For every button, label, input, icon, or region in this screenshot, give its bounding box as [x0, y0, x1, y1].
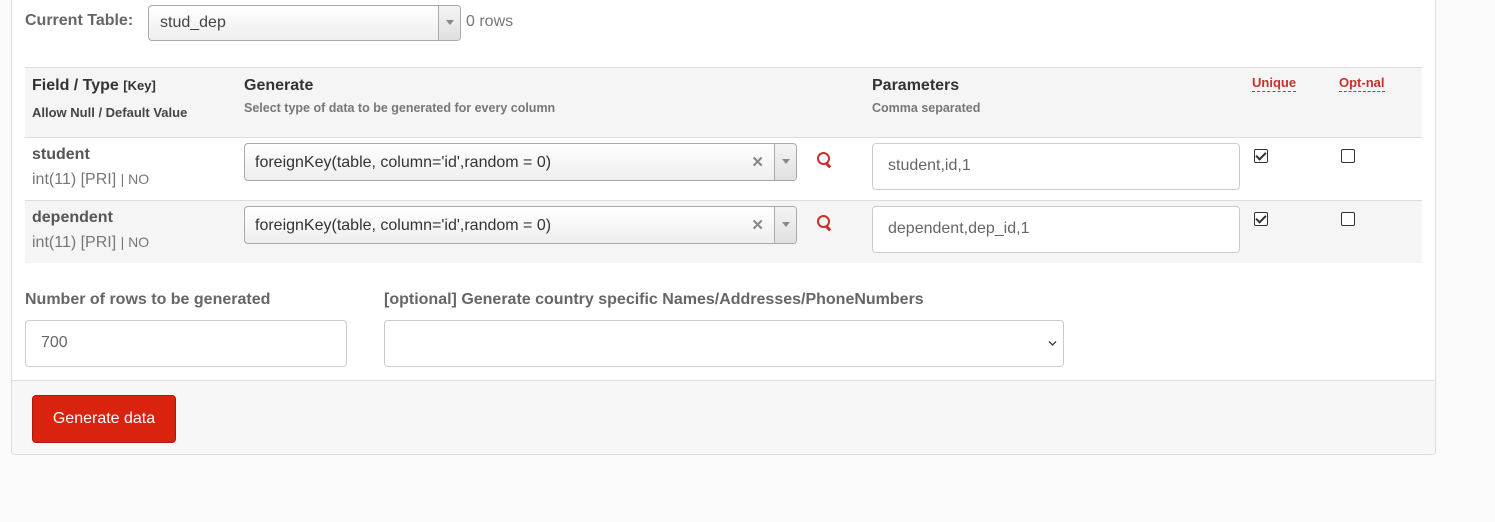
current-table-value: stud_dep — [160, 14, 226, 31]
table-row: student int(11) [PRI] | NO foreignKey(ta… — [25, 138, 1422, 201]
form-footer: Generate data — [12, 380, 1435, 454]
current-table-select[interactable]: stud_dep — [148, 5, 461, 41]
country-select[interactable] — [384, 320, 1064, 367]
optional-checkbox[interactable] — [1341, 149, 1355, 163]
country-label: [optional] Generate country specific Nam… — [384, 291, 924, 308]
null-flag: | NO — [120, 234, 150, 250]
dropdown-arrow-icon[interactable] — [438, 6, 460, 40]
chevron-down-icon[interactable] — [774, 144, 796, 180]
unique-checkbox[interactable] — [1254, 149, 1268, 163]
times-icon[interactable]: ✕ — [751, 216, 764, 234]
unique-checkbox[interactable] — [1254, 212, 1268, 226]
chevron-down-icon[interactable] — [774, 207, 796, 243]
current-table-label: Current Table: — [25, 12, 134, 29]
data-generator-panel: Current Table: stud_dep 0 rows Field / T… — [11, 0, 1436, 455]
generate-subheading: Select type of data to be generated for … — [244, 101, 556, 115]
parameters-heading: Parameters — [872, 77, 960, 94]
times-icon[interactable]: ✕ — [751, 153, 764, 171]
parameters-input[interactable]: dependent,dep_id,1 — [872, 206, 1240, 253]
null-default-heading: Allow Null / Default Value — [32, 105, 188, 120]
unique-heading: Unique — [1252, 75, 1297, 92]
columns-table-header: Field / Type [Key] Allow Null / Default … — [25, 67, 1422, 138]
generator-value: foreignKey(table, column='id',random = 0… — [255, 154, 552, 171]
parameters-input[interactable]: student,id,1 — [872, 143, 1240, 190]
parameters-subheading: Comma separated — [872, 101, 981, 115]
chevron-down-icon — [1048, 340, 1057, 347]
key-heading: [Key] — [123, 78, 156, 93]
null-flag: | NO — [120, 171, 150, 187]
rows-to-generate-label: Number of rows to be generated — [25, 291, 271, 308]
generate-data-button[interactable]: Generate data — [32, 395, 176, 443]
field-type: int(11) [PRI] | NO — [32, 171, 150, 188]
field-name: dependent — [32, 209, 113, 226]
generator-select[interactable]: foreignKey(table, column='id',random = 0… — [244, 143, 797, 181]
generator-select[interactable]: foreignKey(table, column='id',random = 0… — [244, 206, 797, 244]
search-icon[interactable] — [817, 152, 833, 168]
search-icon[interactable] — [817, 215, 833, 231]
rows-to-generate-input[interactable]: 700 — [25, 320, 347, 367]
table-row: dependent int(11) [PRI] | NO foreignKey(… — [25, 200, 1422, 263]
optional-heading: Opt-nal — [1339, 75, 1385, 92]
generate-heading: Generate — [244, 77, 314, 94]
field-type-heading: Field / Type [Key] — [32, 77, 156, 94]
generator-value: foreignKey(table, column='id',random = 0… — [255, 217, 552, 234]
optional-checkbox[interactable] — [1341, 212, 1355, 226]
field-name: student — [32, 146, 90, 163]
field-type: int(11) [PRI] | NO — [32, 234, 150, 251]
rows-count: 0 rows — [466, 13, 514, 30]
